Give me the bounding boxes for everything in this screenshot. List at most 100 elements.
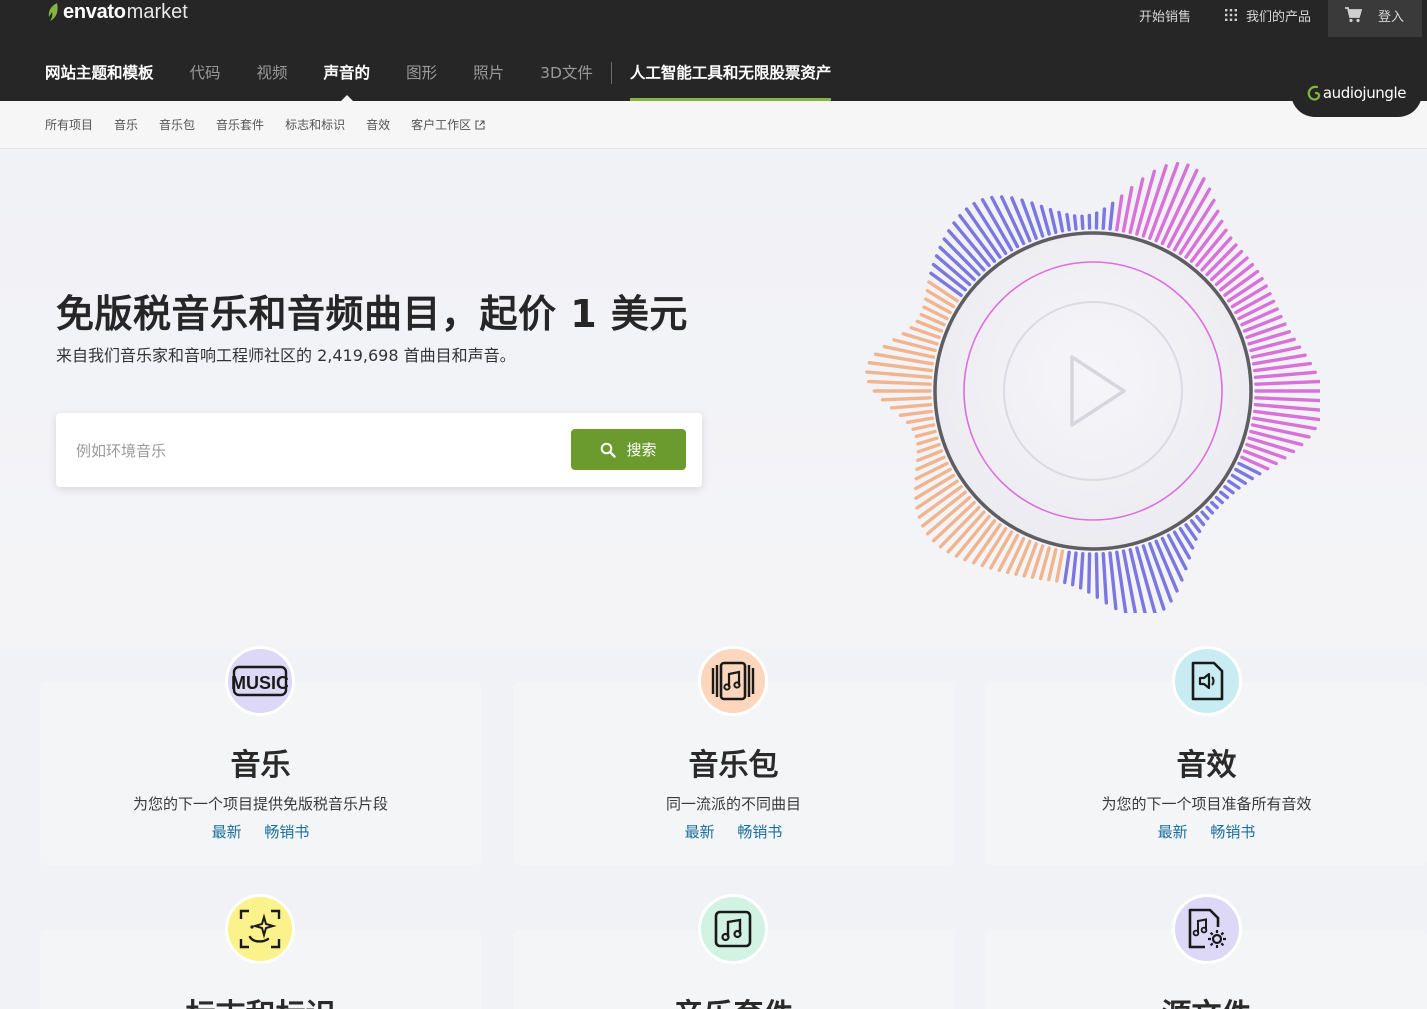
waveform-bar — [1253, 361, 1313, 373]
waveform-bar — [1189, 519, 1202, 534]
file-settings-icon — [1172, 894, 1242, 964]
cart-signin-area[interactable]: 登入 — [1328, 0, 1422, 37]
waveform-bar — [1048, 207, 1058, 235]
waveform-bar — [1223, 485, 1235, 495]
subnav-music[interactable]: 音乐 — [114, 116, 138, 133]
waveform-bar — [1214, 495, 1224, 505]
sub-nav: 所有项目 音乐 音乐包 音乐套件 标志和标识 音效 客户工作区 — [0, 101, 1427, 149]
nav-item-ai-tools[interactable]: 人工智能工具和无限股票资产 — [629, 56, 831, 101]
card-description: 为您的下一个项目提供免版税音乐片段 — [132, 795, 388, 813]
card-links: 最新 畅销书 — [40, 821, 481, 842]
svg-text:MUSIC: MUSIC — [232, 673, 288, 693]
our-products-label: 我们的产品 — [1246, 9, 1312, 25]
card-title: 音乐套件 — [513, 990, 954, 1009]
nav-item-web-themes[interactable]: 网站主题和模板 — [45, 56, 154, 101]
waveform-bar — [1101, 207, 1107, 231]
link-bestsellers[interactable]: 畅销书 — [264, 823, 309, 841]
top-bar: envato market 开始销售 我们的产品 登入 网站主题和模板 代码 视… — [0, 0, 1427, 101]
waveform-bar — [1219, 490, 1230, 500]
card-links: 最新 畅销书 — [986, 821, 1427, 842]
subnav-music-packs[interactable]: 音乐包 — [159, 116, 195, 133]
waveform-bar — [1195, 514, 1206, 527]
subnav-client-workspace[interactable]: 客户工作区 — [411, 116, 485, 133]
brand-suffix: market — [126, 0, 188, 23]
waveform-bar — [1070, 551, 1078, 587]
waveform-bar — [925, 288, 956, 309]
waveform-bar — [927, 280, 959, 303]
card-title: 音乐 — [230, 748, 291, 783]
waveform-bar — [1253, 370, 1317, 380]
player-disc — [933, 231, 1253, 551]
waveform-bar — [911, 423, 936, 431]
waveform-bar — [867, 361, 933, 373]
waveform-bar — [880, 396, 932, 402]
sound-file-icon — [1172, 646, 1242, 716]
nav-item-code[interactable]: 代码 — [190, 56, 221, 101]
waveform-bar — [1253, 402, 1320, 412]
audiojungle-logo-icon — [1307, 85, 1320, 101]
waveform-bar — [1200, 510, 1210, 521]
subnav-logos-idents[interactable]: 标志和标识 — [285, 116, 345, 133]
waveform-bar — [898, 409, 933, 418]
waveform-bar — [1005, 536, 1026, 575]
card-title: 音乐包 — [688, 748, 779, 783]
waveform-bar — [1087, 552, 1092, 594]
audiojungle-badge[interactable]: audiojungle — [1291, 68, 1422, 117]
card-description: 同一流派的不同曲目 — [665, 795, 801, 813]
nav-item-photos[interactable]: 照片 — [473, 56, 504, 101]
waveform-bar — [1039, 204, 1051, 236]
nav-divider — [610, 62, 612, 84]
subnav-all-items[interactable]: 所有项目 — [45, 116, 93, 133]
nav-item-graphics[interactable]: 图形 — [406, 56, 437, 101]
subnav-sound-effects[interactable]: 音效 — [366, 116, 390, 133]
nav-item-3d[interactable]: 3D文件 — [540, 56, 593, 101]
waveform-bar — [1080, 214, 1085, 231]
waveform-bar — [889, 402, 933, 410]
waveform-bar — [1254, 396, 1320, 403]
client-workspace-label: 客户工作区 — [411, 118, 472, 132]
waveform-bar — [905, 416, 934, 425]
link-bestsellers[interactable]: 畅销书 — [1210, 823, 1255, 841]
subnav-music-kits[interactable]: 音乐套件 — [216, 116, 264, 133]
waveform-bar — [1210, 500, 1219, 510]
link-newest[interactable]: 最新 — [1158, 823, 1188, 841]
search-button[interactable]: 搜索 — [571, 429, 686, 470]
music-note-icon — [698, 894, 768, 964]
signin-link[interactable]: 登入 — [1378, 6, 1404, 25]
waveform-bar — [1072, 214, 1078, 231]
search-input[interactable] — [76, 437, 556, 465]
waveform-bar — [914, 429, 937, 439]
link-bestsellers[interactable]: 畅销书 — [737, 823, 782, 841]
waveform-bar — [1230, 473, 1248, 485]
nav-item-audio[interactable]: 声音的 — [324, 56, 370, 101]
waveform-bar — [1063, 550, 1071, 585]
waveform-bar — [1108, 201, 1115, 231]
main-nav: 网站主题和模板 代码 视频 声音的 图形 照片 3D文件 人工智能工具和无限股票… — [45, 56, 831, 101]
waveform-bar — [916, 436, 939, 446]
cart-icon[interactable] — [1344, 6, 1362, 23]
waveform-bar — [1254, 379, 1320, 386]
waveform-bar — [1240, 307, 1279, 327]
link-newest[interactable]: 最新 — [685, 823, 715, 841]
link-newest[interactable]: 最新 — [212, 823, 242, 841]
audiojungle-label: audiojungle — [1322, 83, 1407, 102]
start-selling-link[interactable]: 开始销售 — [1139, 0, 1191, 30]
waveform-bar — [1115, 194, 1124, 232]
waveform-bar — [865, 370, 933, 380]
audio-visualizer — [865, 161, 1320, 613]
card-title: 源文件 — [986, 990, 1427, 1009]
brand-name: envato — [63, 0, 126, 23]
waveform-bar — [1166, 533, 1188, 571]
search-icon — [601, 442, 617, 458]
envato-logo[interactable]: envato market — [45, 0, 188, 24]
waveform-bar — [1094, 552, 1100, 599]
sparkle-icon — [225, 894, 295, 964]
waveform-bar — [1047, 547, 1058, 582]
nav-item-video[interactable]: 视频 — [257, 56, 288, 101]
our-products-menu[interactable]: 我们的产品 — [1224, 0, 1311, 30]
hero-subtitle: 来自我们音乐家和音响工程师社区的 2,419,698 首曲目和声音。 — [56, 346, 516, 365]
waveform-bar — [1237, 299, 1276, 321]
waveform-bar — [1065, 212, 1071, 232]
waveform-bar — [1227, 479, 1241, 490]
card-title: 标志和标识 — [40, 990, 481, 1009]
